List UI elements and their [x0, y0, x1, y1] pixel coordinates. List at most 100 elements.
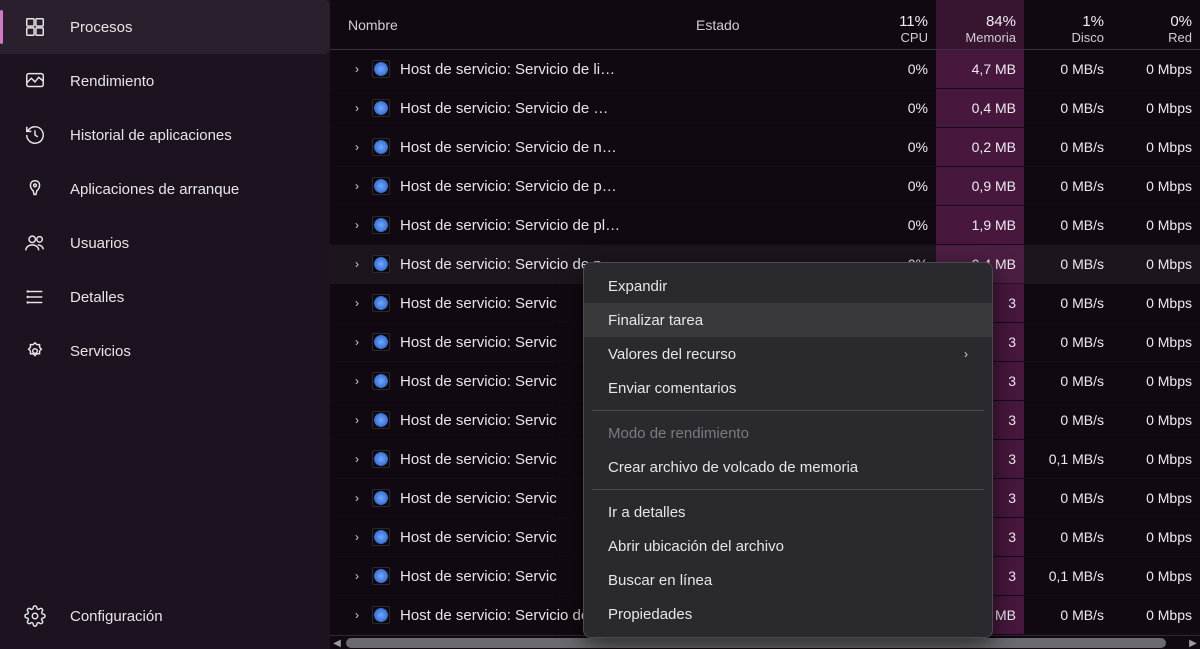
context-menu-item[interactable]: Abrir ubicación del archivo [584, 529, 992, 563]
network-value: 0 Mbps [1112, 167, 1200, 205]
chevron-right-icon[interactable]: › [352, 569, 362, 583]
cpu-value: 0% [848, 206, 936, 244]
scrollbar-thumb[interactable] [346, 638, 1166, 648]
sidebar-item-label: Detalles [70, 289, 124, 306]
sidebar-item-users[interactable]: Usuarios [0, 216, 330, 270]
context-menu-label: Abrir ubicación del archivo [608, 538, 784, 555]
chevron-right-icon[interactable]: › [352, 374, 362, 388]
process-name-cell[interactable]: › Host de servicio: Servicio de pl… [330, 216, 688, 234]
service-host-icon [372, 177, 390, 195]
chevron-right-icon: › [964, 347, 968, 361]
memory-value: 0,9 MB [936, 167, 1024, 205]
context-menu-item[interactable]: Ir a detalles [584, 495, 992, 529]
service-host-icon [372, 138, 390, 156]
process-name: Host de servicio: Servic [400, 451, 557, 468]
sidebar-item-history[interactable]: Historial de aplicaciones [0, 108, 330, 162]
context-menu-item[interactable]: Enviar comentarios [584, 371, 992, 405]
table-row[interactable]: ›Host de servicio: Servicio de li…0%4,7 … [330, 50, 1200, 89]
context-menu-label: Propiedades [608, 606, 692, 623]
network-value: 0 Mbps [1112, 362, 1200, 400]
table-row[interactable]: › Host de servicio: Servicio de n… 0%0,2 M… [330, 128, 1200, 167]
disk-value: 0 MB/s [1024, 401, 1112, 439]
context-menu: Expandir Finalizar tareaValores del recur… [583, 262, 993, 638]
scroll-right-icon[interactable]: ▶ [1186, 636, 1200, 649]
context-menu-item[interactable]: Propiedades [584, 597, 992, 631]
sidebar-item-label: Procesos [70, 19, 133, 36]
process-name-cell[interactable]: › Host de servicio: Servicio de p… [330, 177, 688, 195]
network-value: 0 Mbps [1112, 596, 1200, 634]
chevron-right-icon[interactable]: › [352, 530, 362, 544]
performance-icon [24, 70, 46, 92]
service-host-icon [372, 411, 390, 429]
network-value: 0 Mbps [1112, 401, 1200, 439]
disk-value: 0,1 MB/s [1024, 440, 1112, 478]
context-menu-item[interactable]: Buscar en línea [584, 563, 992, 597]
history-icon [24, 124, 46, 146]
chevron-right-icon[interactable]: › [352, 452, 362, 466]
chevron-right-icon[interactable]: › [352, 296, 362, 310]
header-mem[interactable]: 84%Memoria [936, 0, 1024, 49]
sidebar-item-settings[interactable]: Configuración [0, 589, 330, 643]
network-value: 0 Mbps [1112, 557, 1200, 595]
sidebar-item-performance[interactable]: Rendimiento [0, 54, 330, 108]
process-name: Host de servicio: Servicio de … [400, 100, 608, 117]
sidebar-item-label: Aplicaciones de arranque [70, 181, 239, 198]
process-name: Host de servicio: Servic [400, 373, 557, 390]
chevron-right-icon[interactable]: › [352, 140, 362, 154]
sidebar-item-details[interactable]: Detalles [0, 270, 330, 324]
memory-value: 0,2 MB [936, 128, 1024, 166]
context-menu-item[interactable]: Valores del recurso› [584, 337, 992, 371]
chevron-right-icon[interactable]: › [352, 335, 362, 349]
context-menu-item[interactable]: Finalizar tarea [584, 303, 992, 337]
header-net[interactable]: 0%Red [1112, 0, 1200, 49]
disk-value: 0 MB/s [1024, 518, 1112, 556]
process-name: Host de servicio: Servicio de pl… [400, 217, 620, 234]
column-headers: Nombre Estado 11%CPU 84%Memoria 1%Disco … [330, 0, 1200, 50]
network-value: 0 Mbps [1112, 206, 1200, 244]
table-row[interactable]: ›Host de servicio: Servicio de …0%0,4 MB… [330, 89, 1200, 128]
chevron-right-icon[interactable]: › [352, 413, 362, 427]
chevron-right-icon[interactable]: › [352, 101, 362, 115]
sidebar-item-startup[interactable]: Aplicaciones de arranque [0, 162, 330, 216]
sidebar-item-processes[interactable]: Procesos [0, 0, 330, 54]
context-menu-separator [592, 489, 984, 490]
scroll-left-icon[interactable]: ◀ [330, 636, 344, 649]
chevron-right-icon[interactable]: › [352, 62, 362, 76]
header-cpu[interactable]: 11%CPU [848, 0, 936, 49]
process-name-cell[interactable]: › Host de servicio: Servicio de … [330, 99, 688, 117]
process-name: Host de servicio: Servicio de n… [400, 139, 617, 156]
memory-value: 0,4 MB [936, 89, 1024, 127]
service-host-icon [372, 450, 390, 468]
chevron-right-icon[interactable]: › [352, 218, 362, 232]
disk-value: 0 MB/s [1024, 128, 1112, 166]
table-row[interactable]: ›Host de servicio: Servicio de pl…0%1,9 … [330, 206, 1200, 245]
context-menu-label: Modo de rendimiento [608, 425, 749, 442]
chevron-right-icon[interactable]: › [352, 608, 362, 622]
sidebar-item-label: Rendimiento [70, 73, 154, 90]
process-name-cell[interactable]: ›Host de servicio: Servicio de li… [330, 60, 688, 78]
service-host-icon [372, 99, 390, 117]
process-name: Host de servicio: Servic [400, 412, 557, 429]
context-menu-item[interactable]: Crear archivo de volcado de memoria [584, 450, 992, 484]
chevron-right-icon[interactable]: › [352, 179, 362, 193]
header-name[interactable]: Nombre [330, 0, 688, 49]
disk-value: 0 MB/s [1024, 206, 1112, 244]
chevron-right-icon[interactable]: › [352, 491, 362, 505]
service-host-icon [372, 60, 390, 78]
context-menu-item[interactable]: Expandir [584, 269, 992, 303]
chevron-right-icon[interactable]: › [352, 257, 362, 271]
cpu-value: 0% [848, 128, 936, 166]
process-name-cell[interactable]: › Host de servicio: Servicio de n… [330, 138, 688, 156]
service-host-icon [372, 255, 390, 273]
sidebar-item-services[interactable]: Servicios [0, 324, 330, 378]
process-name: Host de servicio: Servic [400, 334, 557, 351]
network-value: 0 Mbps [1112, 284, 1200, 322]
context-menu-label: Expandir [608, 278, 667, 295]
sidebar: Procesos Rendimiento Historial de aplicaci… [0, 0, 330, 649]
header-disk[interactable]: 1%Disco [1024, 0, 1112, 49]
table-row[interactable]: ›Host de servicio: Servicio de p…0%0,9 M… [330, 167, 1200, 206]
service-host-icon [372, 294, 390, 312]
header-state[interactable]: Estado [688, 0, 848, 49]
process-name: Host de servicio: Servicio de p… [400, 178, 617, 195]
network-value: 0 Mbps [1112, 128, 1200, 166]
